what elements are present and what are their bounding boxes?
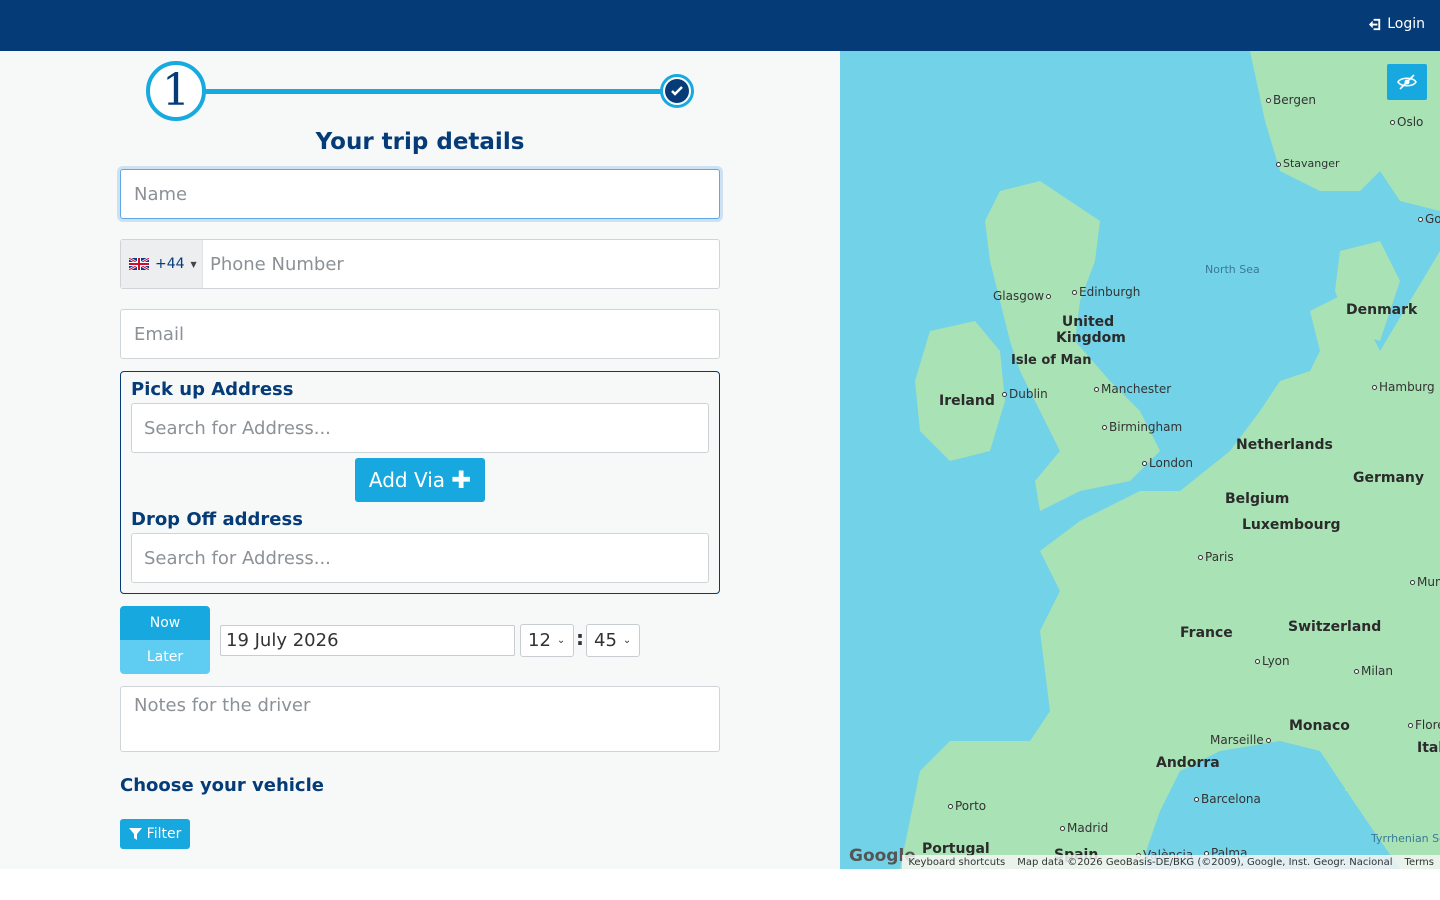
map-city-oslo: Oslo (1390, 115, 1423, 129)
map-country-germany: Germany (1353, 470, 1425, 486)
add-via-label: Add Via (368, 468, 446, 492)
keyboard-shortcuts-link[interactable]: Keyboard shortcuts (908, 857, 1005, 868)
date-input[interactable]: 19 July 2026 (220, 625, 515, 656)
map-city-madrid: Madrid (1060, 821, 1108, 835)
stepper-progress-line (204, 89, 664, 94)
map-footer: Keyboard shortcuts Map data ©2026 GeoBas… (902, 855, 1440, 869)
pickup-address-input[interactable]: Search for Address... (131, 403, 709, 453)
pickup-label: Pick up Address (131, 379, 294, 400)
phone-field[interactable]: +44 ▼ Phone Number (120, 239, 720, 289)
check-icon (671, 86, 683, 96)
map-city-marseille: Marseille (1210, 733, 1273, 747)
map-land-shapes (900, 51, 1440, 869)
name-placeholder: Name (134, 183, 188, 205)
map-city-milan: Milan (1354, 664, 1393, 678)
map-view[interactable]: Bergen Oslo Stavanger Go Edinburgh Glasg… (840, 51, 1440, 869)
stepper-current-step: 1 (146, 61, 206, 121)
filter-button[interactable]: Filter (120, 819, 190, 849)
map-city-go: Go (1418, 212, 1440, 226)
time-separator: : (576, 626, 584, 650)
country-code-dropdown[interactable]: +44 ▼ (121, 240, 203, 288)
map-city-flore: Flore (1408, 718, 1440, 732)
map-country-netherlands: Netherlands (1236, 437, 1333, 453)
driver-notes-textarea[interactable]: Notes for the driver (120, 686, 720, 752)
date-value: 19 July 2026 (226, 630, 339, 651)
map-city-barcelona: Barcelona (1194, 792, 1261, 806)
trip-form-panel: 1 Your trip details Name +44 ▼ Phone Num… (0, 51, 840, 869)
map-city-porto: Porto (948, 799, 986, 813)
map-sea-tyrrhenian: Tyrrhenian Sea (1371, 832, 1440, 845)
map-city-bergen: Bergen (1266, 93, 1316, 107)
address-group: Pick up Address Search for Address... Ad… (120, 371, 720, 594)
when-toggle: Now Later (120, 606, 210, 674)
map-city-lyon: Lyon (1255, 654, 1290, 668)
vehicle-heading: Choose your vehicle (120, 775, 324, 796)
map-country-andorra: Andorra (1156, 755, 1220, 771)
map-city-hamburg: Hamburg (1372, 380, 1435, 394)
caret-down-icon: ▼ (190, 259, 197, 269)
add-via-button[interactable]: Add Via ✚ (355, 458, 485, 502)
minute-select[interactable]: 45 ⌄ (586, 624, 640, 657)
dropoff-label: Drop Off address (131, 509, 303, 530)
map-country-luxembourg: Luxembourg (1242, 517, 1341, 533)
map-country-switzerland: Switzerland (1288, 619, 1382, 635)
map-country-ireland: Ireland (939, 393, 995, 409)
terms-link[interactable]: Terms (1405, 857, 1434, 868)
email-input[interactable]: Email (120, 309, 720, 359)
now-button[interactable]: Now (120, 606, 210, 640)
plus-icon: ✚ (451, 466, 472, 494)
later-button[interactable]: Later (120, 640, 210, 674)
map-city-glasgow: Glasgow (993, 289, 1053, 303)
map-attribution: Map data ©2026 GeoBasis-DE/BKG (©2009), … (1017, 856, 1393, 868)
email-placeholder: Email (134, 323, 184, 345)
map-city-mun: Mun (1410, 575, 1440, 589)
dropoff-address-input[interactable]: Search for Address... (131, 533, 709, 583)
page-title: Your trip details (315, 129, 525, 155)
stepper-final-step (660, 74, 694, 108)
name-input[interactable]: Name (120, 169, 720, 219)
sign-in-icon (1369, 18, 1381, 30)
dial-code: +44 (155, 256, 185, 272)
map-country-monaco: Monaco (1289, 718, 1350, 734)
login-label: Login (1387, 16, 1425, 32)
filter-icon (128, 827, 142, 840)
map-country-denmark: Denmark (1346, 302, 1418, 318)
chevron-down-icon: ⌄ (622, 635, 632, 646)
hour-select[interactable]: 12 ⌄ (520, 624, 574, 657)
login-button[interactable]: Login (1368, 16, 1425, 32)
map-city-edinburgh: Edinburgh (1072, 285, 1140, 299)
hide-map-button[interactable] (1387, 64, 1427, 100)
notes-placeholder: Notes for the driver (134, 695, 311, 716)
map-country-united-kingdom: United Kingdom (1056, 314, 1126, 346)
top-navbar: Login (0, 0, 1440, 51)
map-country-belgium: Belgium (1225, 491, 1290, 507)
map-city-birmingham: Birmingham (1102, 420, 1182, 434)
minute-value: 45 (594, 630, 617, 651)
map-city-manchester: Manchester (1094, 382, 1171, 396)
pickup-placeholder: Search for Address... (144, 417, 331, 439)
phone-input[interactable]: Phone Number (203, 254, 344, 275)
map-country-italy: Ital (1417, 740, 1440, 756)
map-sea-north-sea: North Sea (1205, 263, 1260, 276)
map-city-stavanger: Stavanger (1276, 157, 1340, 170)
filter-label: Filter (146, 826, 182, 842)
eye-slash-icon (1397, 74, 1417, 90)
hour-value: 12 (528, 630, 551, 651)
map-city-london: London (1142, 456, 1193, 470)
map-city-paris: Paris (1198, 550, 1234, 564)
map-city-dublin: Dublin (1002, 387, 1048, 401)
map-label-isle-of-man: Isle of Man (1011, 353, 1092, 368)
dropoff-placeholder: Search for Address... (144, 547, 331, 569)
uk-flag-icon (129, 258, 149, 270)
chevron-down-icon: ⌄ (556, 635, 566, 646)
map-country-france: France (1180, 625, 1233, 641)
